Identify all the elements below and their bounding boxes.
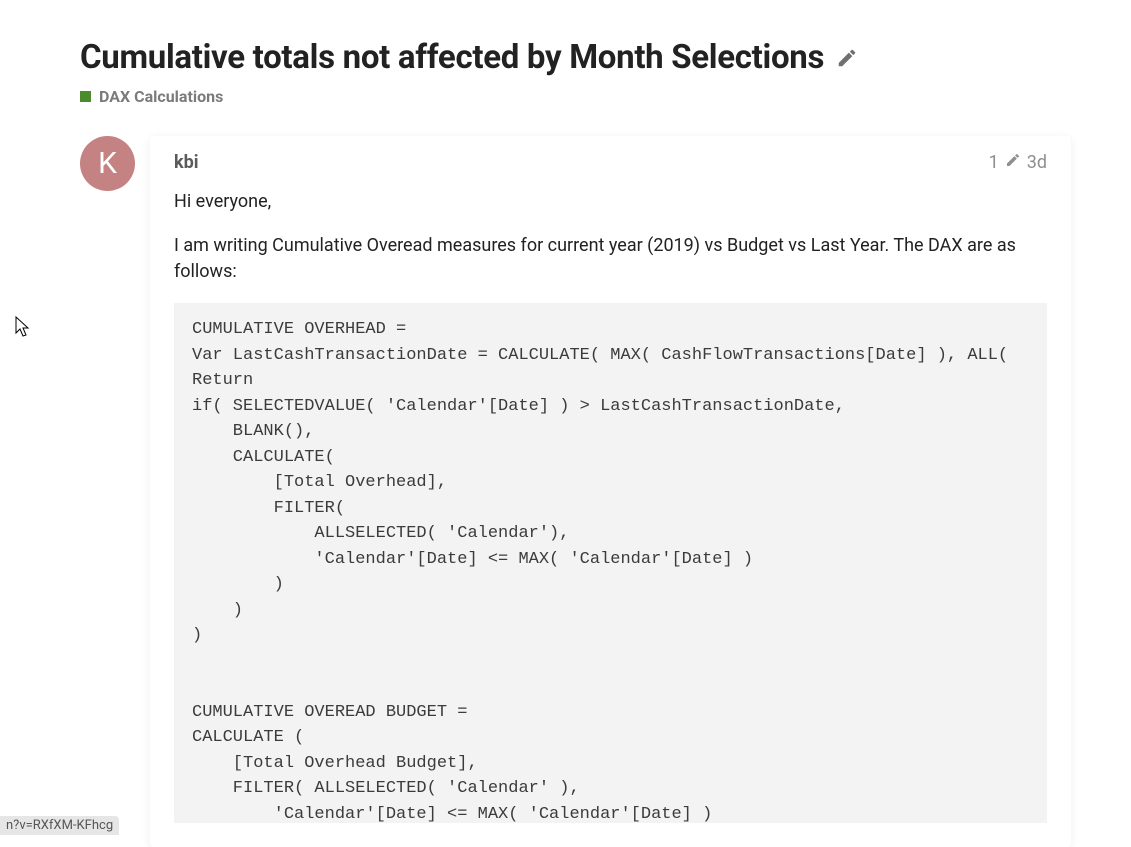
topic-title-row: Cumulative totals not affected by Month … bbox=[80, 38, 1071, 77]
post-greeting: Hi everyone, bbox=[174, 189, 1047, 215]
avatar-letter: K bbox=[98, 146, 117, 181]
category-name: DAX Calculations bbox=[99, 87, 223, 106]
category-color-swatch bbox=[80, 91, 91, 102]
code-block[interactable]: CUMULATIVE OVERHEAD = Var LastCashTransa… bbox=[174, 303, 1047, 823]
avatar[interactable]: K bbox=[80, 136, 135, 191]
pencil-icon[interactable] bbox=[836, 47, 858, 69]
edit-count[interactable]: 1 bbox=[989, 152, 999, 173]
post-author[interactable]: kbi bbox=[174, 152, 199, 173]
page-title[interactable]: Cumulative totals not affected by Month … bbox=[80, 38, 824, 77]
post-age[interactable]: 3d bbox=[1027, 152, 1047, 173]
status-bar-hint: n?v=RXfXM-KFhcg bbox=[0, 816, 119, 835]
post-meta: 1 3d bbox=[989, 152, 1047, 173]
category-badge[interactable]: DAX Calculations bbox=[80, 87, 1071, 106]
post-card: kbi 1 3d Hi everyone, I am writing Cumul… bbox=[150, 136, 1071, 847]
pencil-icon[interactable] bbox=[1005, 152, 1021, 173]
post-intro: I am writing Cumulative Overead measures… bbox=[174, 233, 1047, 285]
post-body: Hi everyone, I am writing Cumulative Ove… bbox=[174, 189, 1047, 823]
